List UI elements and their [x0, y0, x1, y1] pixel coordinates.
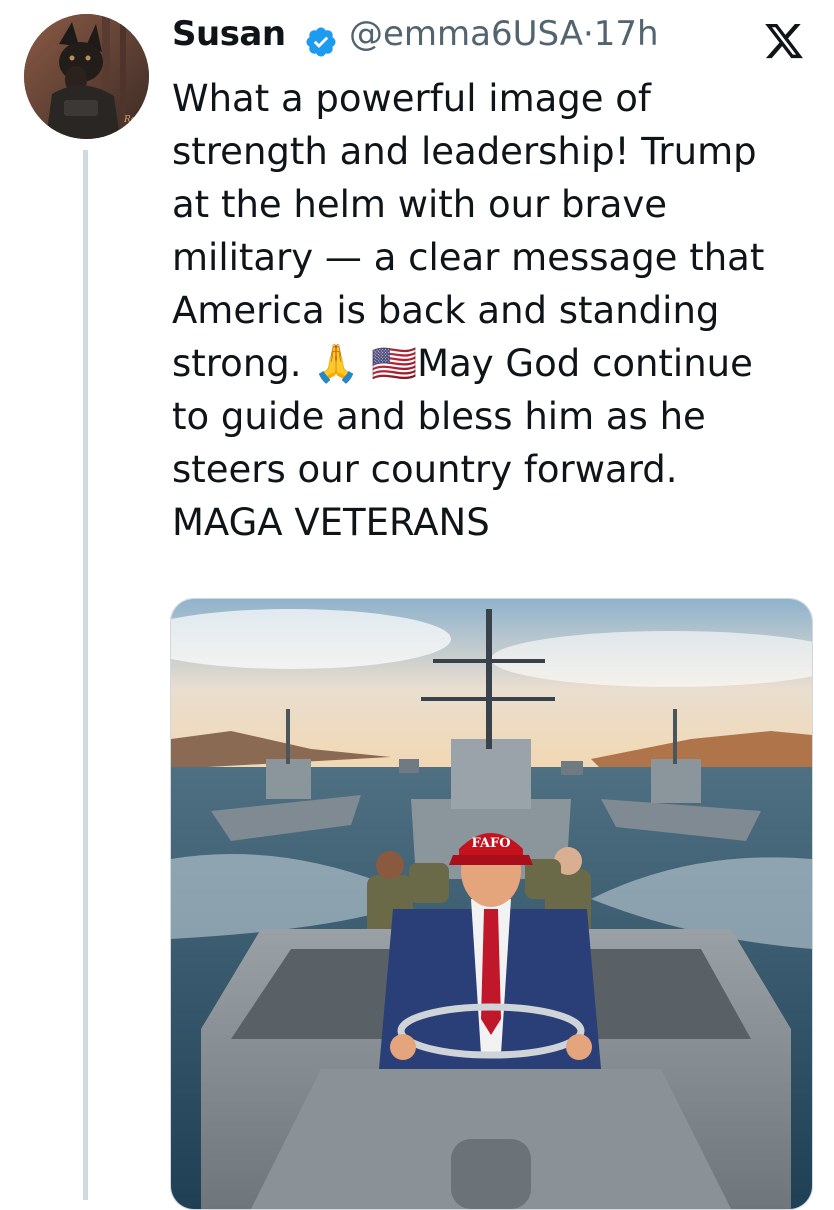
separator-dot: · [582, 14, 594, 54]
tweet-header: Susan @emma6USA·17h [172, 12, 822, 62]
cap-text: FAFO [471, 836, 510, 851]
avatar-dog-image: Rekyseled [24, 14, 149, 139]
ship-scene-image: FAFO [171, 599, 812, 1209]
svg-text:Rekyseled: Rekyseled [123, 115, 149, 125]
thread-line [83, 150, 88, 1200]
tweet-image[interactable]: FAFO [170, 598, 813, 1210]
verified-badge-icon [306, 27, 336, 57]
author-name[interactable]: Susan [172, 14, 286, 54]
x-logo-icon [765, 23, 803, 59]
avatar[interactable]: Rekyseled [24, 14, 149, 139]
tweet-text: What a powerful image of strength and le… [172, 77, 765, 544]
post-time[interactable]: 17h [594, 14, 659, 54]
author-handle[interactable]: @emma6USA [349, 14, 583, 54]
handle-time: @emma6USA·17h [349, 14, 659, 54]
